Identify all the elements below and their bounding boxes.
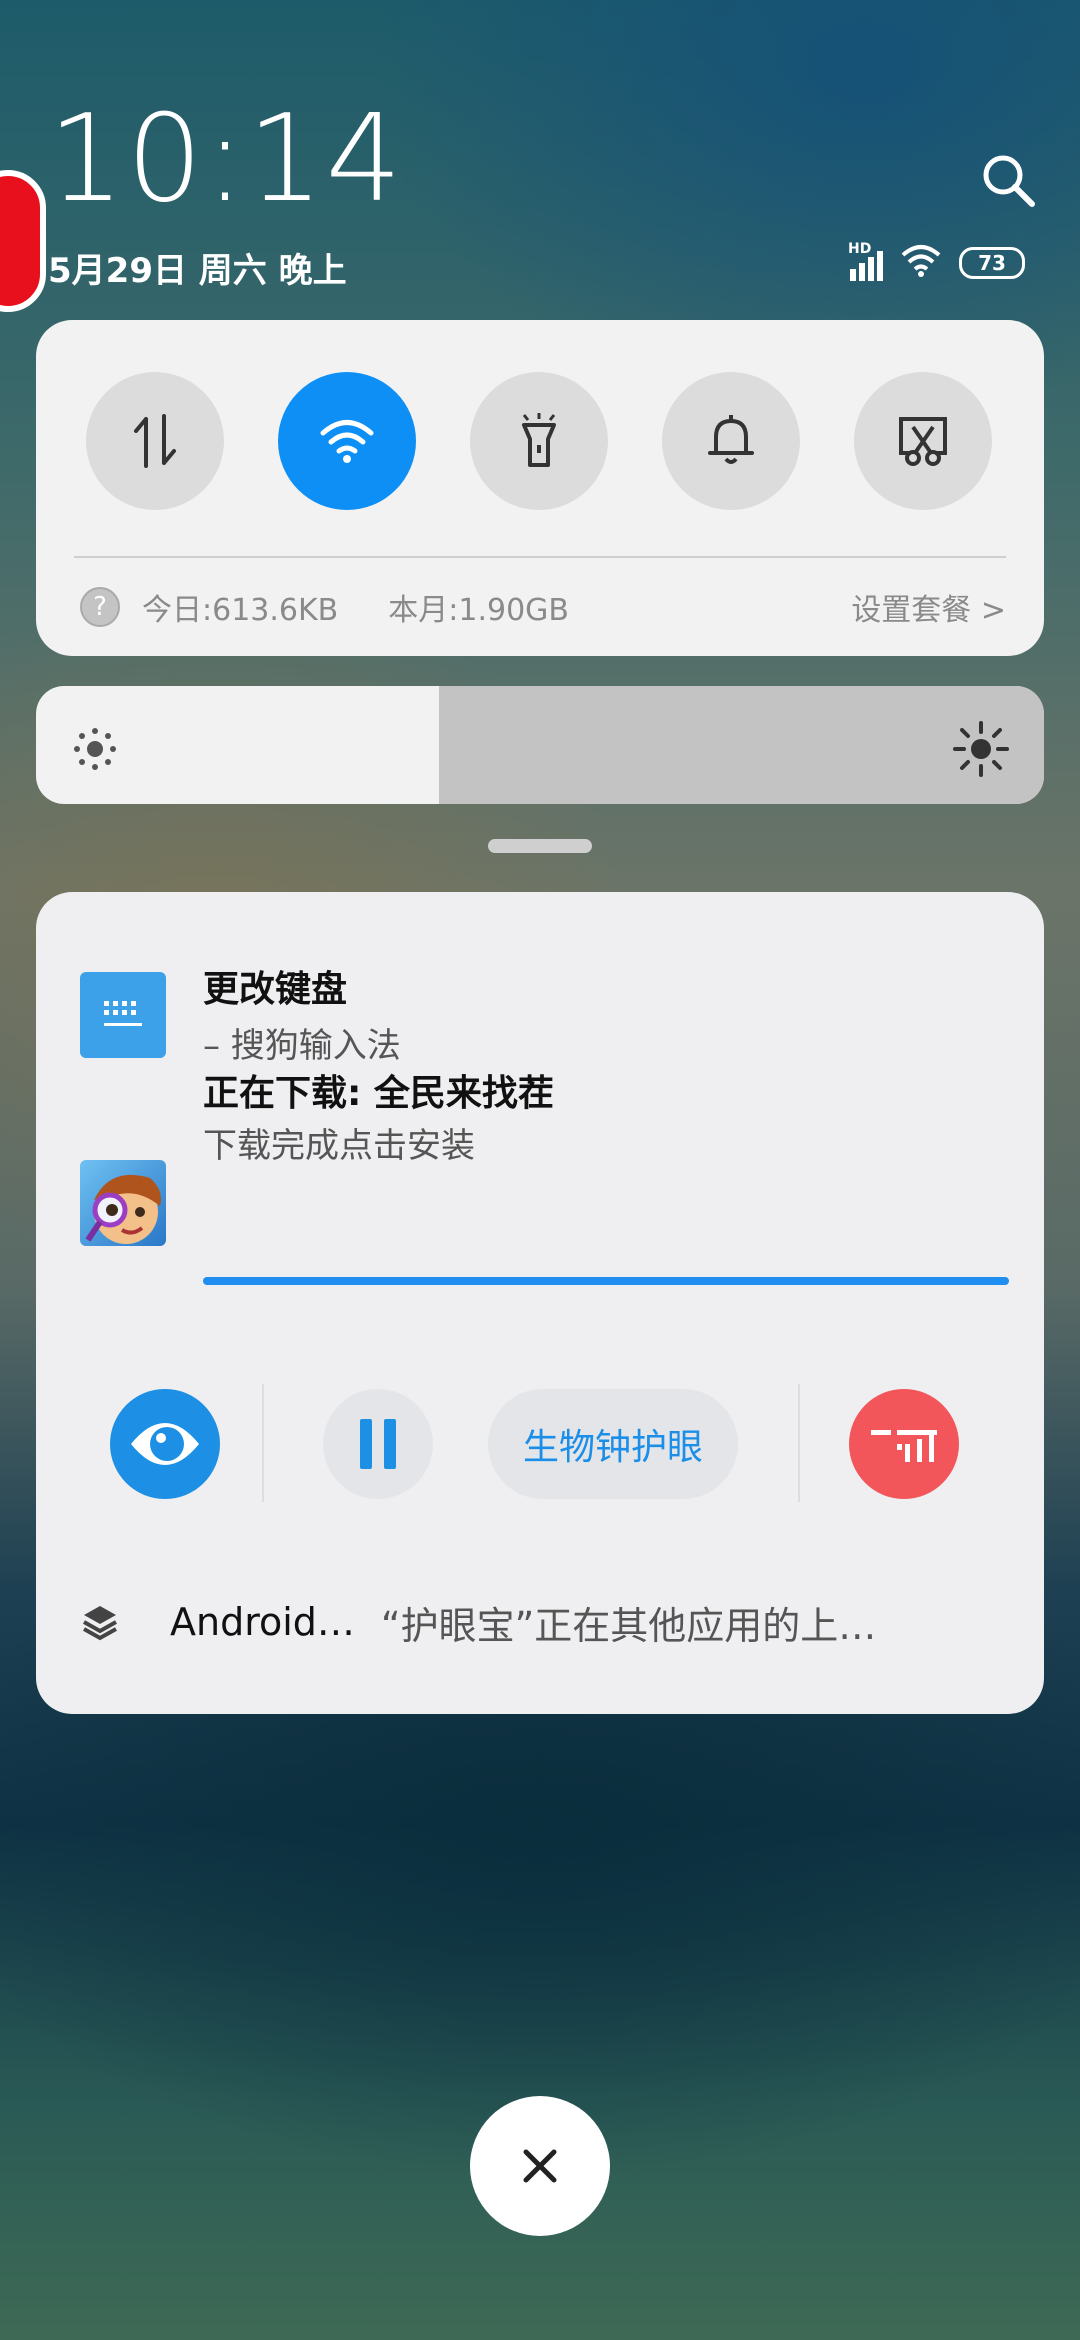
- keyboard-icon: [80, 972, 166, 1058]
- battery-indicator: 73: [959, 247, 1025, 279]
- notification-panel: 更改键盘 – 搜狗输入法 正在下载: 全民来找茬 下载完成点击安装 生物钟护眼: [36, 892, 1044, 1714]
- search-icon[interactable]: [978, 150, 1038, 210]
- notification-subtitle-download: 下载完成点击安装: [203, 1126, 475, 1166]
- brightness-high-icon: [953, 721, 1009, 777]
- brightness-low-icon: [74, 728, 116, 770]
- separator: [262, 1384, 264, 1502]
- game-app-icon: [80, 1160, 166, 1246]
- wifi-icon: [320, 420, 374, 463]
- quick-settings-panel: ? 今日:613.6KB 本月:1.90GB 设置套餐 >: [36, 320, 1044, 656]
- ringer-toggle[interactable]: [662, 372, 800, 510]
- clear-notifications-button[interactable]: [470, 2096, 610, 2236]
- download-progress-bar: [203, 1277, 1009, 1285]
- notification-title-download[interactable]: 正在下载: 全民来找茬: [203, 1064, 554, 1116]
- pause-button[interactable]: [323, 1389, 433, 1499]
- overlay-notice-row[interactable]: Android… “护眼宝”正在其他应用的上…: [80, 1592, 1004, 1652]
- divider: [74, 556, 1006, 558]
- screen-record-indicator[interactable]: [0, 170, 46, 312]
- screenshot-toggle[interactable]: [854, 372, 992, 510]
- network-label: HD: [848, 241, 872, 257]
- eye-protect-app-icon[interactable]: [110, 1389, 220, 1499]
- drag-handle[interactable]: [488, 839, 592, 853]
- usage-today: 今日:613.6KB: [142, 593, 339, 628]
- signal-icon: HD: [848, 241, 883, 281]
- flashlight-icon: [522, 413, 556, 467]
- usage-month: 本月:1.90GB: [388, 593, 569, 628]
- brightness-slider[interactable]: [36, 686, 1044, 804]
- flashlight-toggle[interactable]: [470, 372, 608, 510]
- close-icon: [523, 2149, 557, 2183]
- notification-subtitle-keyboard: – 搜狗输入法: [203, 1026, 401, 1066]
- date-label: 5月29日 周六 晚上: [48, 251, 347, 291]
- data-usage-row: ? 今日:613.6KB 本月:1.90GB 设置套餐 >: [80, 582, 1006, 632]
- separator: [798, 1384, 800, 1502]
- pause-icon: [360, 1419, 396, 1469]
- screenshot-icon: [899, 417, 947, 466]
- filter-off-icon: [871, 1430, 937, 1462]
- data-transfer-icon: [134, 414, 176, 468]
- help-icon[interactable]: ?: [80, 587, 120, 627]
- close-eye-protect-button[interactable]: [849, 1389, 959, 1499]
- bell-icon: [708, 415, 754, 464]
- wifi-toggle[interactable]: [278, 372, 416, 510]
- layers-icon: [83, 1606, 117, 1641]
- overlay-app-name: Android…: [170, 1600, 355, 1644]
- status-icons: HD 73: [848, 241, 1025, 283]
- set-plan-link[interactable]: 设置套餐 >: [851, 585, 1006, 629]
- clock: 10:14: [48, 90, 404, 229]
- wifi-status-icon: [899, 243, 943, 283]
- overlay-notice-text: “护眼宝”正在其他应用的上…: [380, 1603, 877, 1648]
- data-toggle[interactable]: [86, 372, 224, 510]
- bio-clock-eye-care-button[interactable]: 生物钟护眼: [488, 1389, 738, 1499]
- notification-title-keyboard[interactable]: 更改键盘: [203, 960, 347, 1012]
